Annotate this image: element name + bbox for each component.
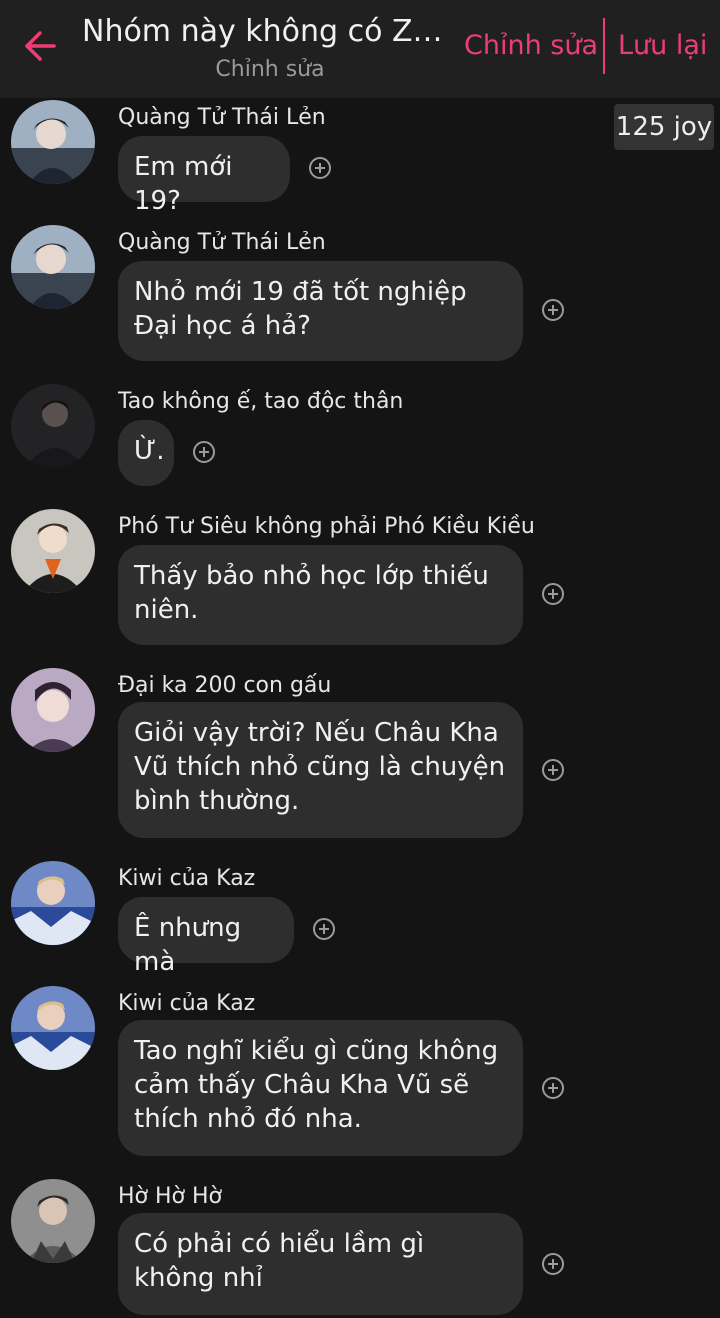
add-reaction-icon[interactable] <box>542 759 564 781</box>
message-bubble[interactable]: Nhỏ mới 19 đã tốt nghiệp Đại học á hả? <box>118 261 523 361</box>
avatar[interactable] <box>11 668 95 752</box>
avatar[interactable] <box>11 509 95 593</box>
message-bubble[interactable]: Tao nghĩ kiểu gì cũng không cảm thấy Châ… <box>118 1020 523 1156</box>
arrow-left-icon <box>25 31 56 61</box>
message-text: Ừ. <box>134 436 165 466</box>
joy-badge: 125 joy <box>614 104 714 150</box>
message-text: Thấy bảo nhỏ học lớp thiếu niên. <box>134 561 489 625</box>
sender-name: Phó Tư Siêu không phải Phó Kiều Kiều <box>118 514 535 539</box>
message-bubble[interactable]: Ừ. <box>118 420 174 486</box>
avatar[interactable] <box>11 861 95 945</box>
message-text: Ê nhưng mà <box>134 913 242 977</box>
message-text: Giỏi vậy trời? Nếu Châu Kha Vũ thích nhỏ… <box>134 718 506 816</box>
avatar[interactable] <box>11 384 95 468</box>
avatar[interactable] <box>11 225 95 309</box>
sender-name: Kiwi của Kaz <box>118 991 256 1016</box>
message-bubble[interactable]: Có phải có hiểu lầm gì không nhỉ <box>118 1213 523 1315</box>
add-reaction-icon[interactable] <box>309 157 331 179</box>
message-text: Có phải có hiểu lầm gì không nhỉ <box>134 1229 425 1293</box>
conversation-title: Nhóm này không có ZKY... <box>82 14 458 49</box>
sender-name: Quàng Tử Thái Lẻn <box>118 230 326 255</box>
back-button[interactable] <box>20 26 64 66</box>
avatar[interactable] <box>11 986 95 1070</box>
edit-button[interactable]: Chỉnh sửa <box>464 28 598 64</box>
message-text: Tao nghĩ kiểu gì cũng không cảm thấy Châ… <box>134 1036 499 1134</box>
conversation-subtitle: Chỉnh sửa <box>215 57 325 82</box>
save-button[interactable]: Lưu lại <box>618 28 707 64</box>
sender-name: Tao không ế, tao độc thân <box>118 389 404 414</box>
avatar[interactable] <box>11 1179 95 1263</box>
add-reaction-icon[interactable] <box>193 441 215 463</box>
message-text: Nhỏ mới 19 đã tốt nghiệp Đại học á hả? <box>134 277 467 341</box>
header-divider <box>603 18 605 74</box>
message-bubble[interactable]: Giỏi vậy trời? Nếu Châu Kha Vũ thích nhỏ… <box>118 702 523 838</box>
top-bar: Nhóm này không có ZKY... Chỉnh sửa Chỉnh… <box>0 0 720 98</box>
sender-name: Đại ka 200 con gấu <box>118 673 332 698</box>
avatar[interactable] <box>11 100 95 184</box>
message-bubble[interactable]: Thấy bảo nhỏ học lớp thiếu niên. <box>118 545 523 645</box>
message-bubble[interactable]: Em mới 19? <box>118 136 290 216</box>
sender-name: Quàng Tử Thái Lẻn <box>118 105 326 130</box>
add-reaction-icon[interactable] <box>542 583 564 605</box>
sender-name: Hờ Hờ Hờ <box>118 1184 222 1209</box>
message-text: Em mới 19? <box>134 152 233 216</box>
add-reaction-icon[interactable] <box>542 1077 564 1099</box>
message-bubble[interactable]: Ê nhưng mà <box>118 897 294 977</box>
add-reaction-icon[interactable] <box>542 1253 564 1275</box>
add-reaction-icon[interactable] <box>542 299 564 321</box>
add-reaction-icon[interactable] <box>313 918 335 940</box>
sender-name: Kiwi của Kaz <box>118 866 256 891</box>
